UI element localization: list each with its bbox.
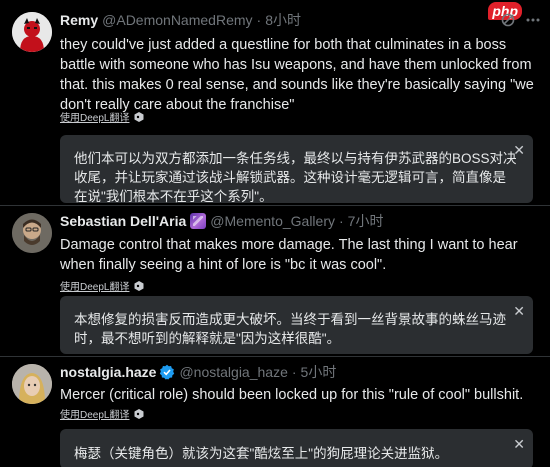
verified-badge-icon[interactable] [159,364,175,380]
author-handle[interactable]: @ADemonNamedRemy [102,12,252,28]
translation-text: 他们本可以为双方都添加一条任务线，最终以与持有伊苏武器的BOSS对决收尾，并让玩… [74,151,517,204]
tweet-actions [500,12,542,28]
translate-label[interactable]: 使用DeepL翻译 [60,406,129,421]
translate-link[interactable]: 使用DeepL翻译 [60,406,145,421]
translation-text: 本想修复的损害反而造成更大破坏。当终于看到一丝背景故事的蛛丝马迹时，最不想听到的… [74,312,506,346]
tweet-text: Mercer (critical role) should been locke… [60,387,524,403]
avatar-image [12,12,52,52]
profile-emoji-icon [190,213,207,229]
author-handle[interactable]: @nostalgia_haze [179,364,287,380]
post-time[interactable]: 8小时 [265,10,301,30]
tweet-header: nostalgia.haze @nostalgia_haze · 5小时 [60,362,336,382]
dot-separator: · [291,364,297,380]
close-icon[interactable]: ✕ [513,435,525,454]
post-time[interactable]: 5小时 [301,362,337,382]
avatar[interactable] [12,364,52,404]
author-name[interactable]: nostalgia.haze [60,364,156,380]
grok-icon[interactable] [500,12,516,28]
tweet-text: they could've just added a questline for… [60,37,534,113]
post-time[interactable]: 7小时 [348,211,384,231]
translation-box: ✕ 梅瑟（关键角色）就该为这套"酷炫至上"的狗屁理论关进监狱。 [60,429,533,467]
translate-label[interactable]: 使用DeepL翻译 [60,109,129,124]
close-icon[interactable]: ✕ [513,302,525,321]
translate-link[interactable]: 使用DeepL翻译 [60,278,145,293]
tweet-3[interactable]: nostalgia.haze @nostalgia_haze · 5小时 Mer… [0,356,550,467]
deepl-icon [134,408,144,419]
translate-link[interactable]: 使用DeepL翻译 [60,109,145,124]
avatar-image [12,213,52,253]
tweet-text: Damage control that makes more damage. T… [60,237,518,273]
tweet-header: Remy @ADemonNamedRemy · 8小时 [60,10,301,30]
avatar[interactable] [12,213,52,253]
translate-label[interactable]: 使用DeepL翻译 [60,278,129,293]
dot-separator: · [338,213,344,229]
avatar[interactable] [12,12,52,52]
author-handle[interactable]: @Memento_Gallery [210,213,335,229]
author-name[interactable]: Remy [60,12,98,28]
tweet-1[interactable]: Remy @ADemonNamedRemy · 8小时 they could'v… [0,0,550,205]
close-icon[interactable]: ✕ [513,141,525,160]
tweet-2[interactable]: Sebastian Dell'Aria @Memento_Gallery · 7… [0,205,550,355]
translation-box: ✕ 本想修复的损害反而造成更大破坏。当终于看到一丝背景故事的蛛丝马迹时，最不想听… [60,296,533,354]
more-icon[interactable] [524,12,542,28]
avatar-image [12,364,52,404]
tweet-header: Sebastian Dell'Aria @Memento_Gallery · 7… [60,211,383,231]
deepl-icon [134,111,144,122]
author-name[interactable]: Sebastian Dell'Aria [60,213,186,229]
translation-box: ✕ 他们本可以为双方都添加一条任务线，最终以与持有伊苏武器的BOSS对决收尾，并… [60,135,533,204]
deepl-icon [134,280,144,291]
translation-text: 梅瑟（关键角色）就该为这套"酷炫至上"的狗屁理论关进监狱。 [74,446,449,461]
dot-separator: · [256,12,262,28]
